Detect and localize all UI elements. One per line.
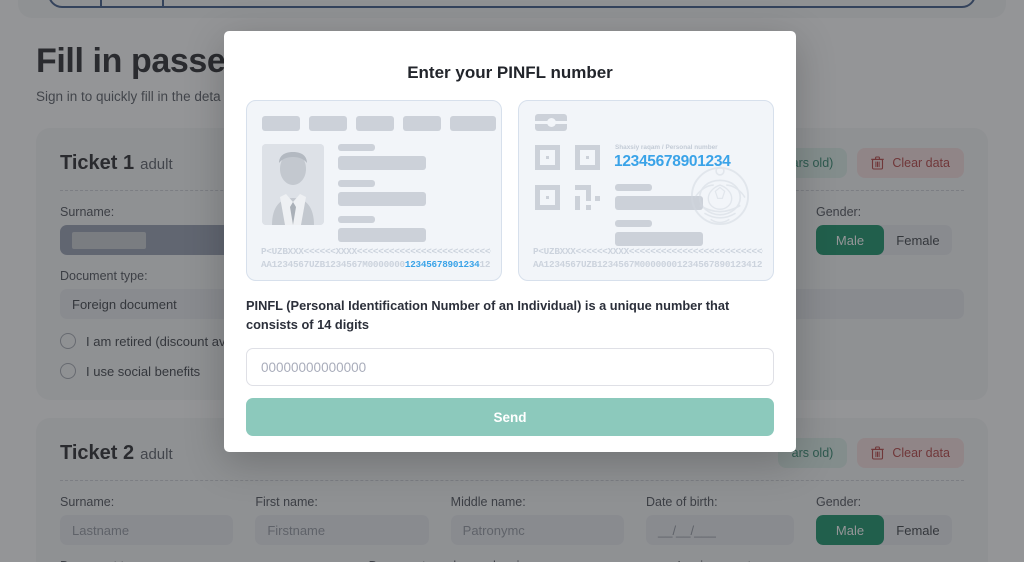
qr-dot [575, 196, 580, 210]
id-card-field-label: Shaxsiy raqam / Personal number [615, 144, 718, 151]
passport-mrz-prefix: AA1234567UZB1234567M0000000 [261, 259, 405, 270]
pinfl-description: PINFL (Personal Identification Number of… [246, 298, 730, 332]
passport-mrz-line-2: AA1234567UZB1234567M00000001234567890123… [261, 259, 491, 270]
document-illustrations: P<UZBXXX<<<<<<XXXX<<<<<<<<<<<<<<<<<<<<<<… [246, 100, 774, 281]
passport-mrz: P<UZBXXX<<<<<<XXXX<<<<<<<<<<<<<<<<<<<<<<… [261, 246, 491, 270]
passport-header-blocks [262, 116, 496, 131]
passport-mrz-line-1: P<UZBXXX<<<<<<XXXX<<<<<<<<<<<<<<<<<<<<<<… [261, 246, 491, 257]
pinfl-input[interactable] [246, 348, 774, 387]
qr-dot [595, 196, 600, 201]
state-emblem-icon [690, 166, 750, 226]
modal-title: Enter your PINFL number [407, 63, 613, 82]
placeholder-line [338, 156, 426, 170]
passport-pinfl-highlight: 12345678901234 [404, 259, 480, 270]
placeholder-block [356, 116, 394, 131]
placeholder-line [338, 144, 375, 151]
id-card-illustration: Shaxsiy raqam / Personal number 12345678… [518, 100, 774, 281]
screen-root: ▼ ▼ Fill in passe Sign in to quickly fil… [0, 0, 1024, 562]
qr-finder-square [535, 145, 560, 170]
passport-illustration: P<UZBXXX<<<<<<XXXX<<<<<<<<<<<<<<<<<<<<<<… [246, 100, 502, 281]
placeholder-block [450, 116, 496, 131]
id-card-mrz-line-1: P<UZBXXX<<<<<<XXXX<<<<<<<<<<<<<<<<<<<<<<… [533, 246, 763, 257]
placeholder-block [309, 116, 347, 131]
placeholder-line [338, 228, 426, 242]
send-button[interactable]: Send [246, 398, 774, 437]
passport-text-lines [338, 144, 428, 252]
id-card-mrz: P<UZBXXX<<<<<<XXXX<<<<<<<<<<<<<<<<<<<<<<… [533, 246, 763, 270]
pinfl-modal: Enter your PINFL number P<UZBXXX<<<<<<XX… [224, 31, 796, 452]
passport-mrz-suffix: 12 [479, 259, 491, 270]
placeholder-block [262, 116, 300, 131]
person-avatar-icon [262, 144, 324, 225]
chip-icon [535, 114, 567, 131]
placeholder-line [338, 192, 426, 206]
qr-dot [586, 185, 591, 201]
placeholder-line [615, 184, 652, 191]
placeholder-block [403, 116, 441, 131]
passport-photo [262, 144, 324, 225]
qr-dot [586, 205, 591, 210]
qr-finder-square [575, 145, 600, 170]
qr-code-graphic [535, 145, 603, 211]
qr-finder-square [535, 185, 560, 210]
placeholder-line [338, 216, 375, 223]
id-card-mrz-line-2: AA1234567UZB1234567M00000001234567890123… [533, 259, 763, 270]
placeholder-line [615, 220, 652, 227]
placeholder-line [338, 180, 375, 187]
